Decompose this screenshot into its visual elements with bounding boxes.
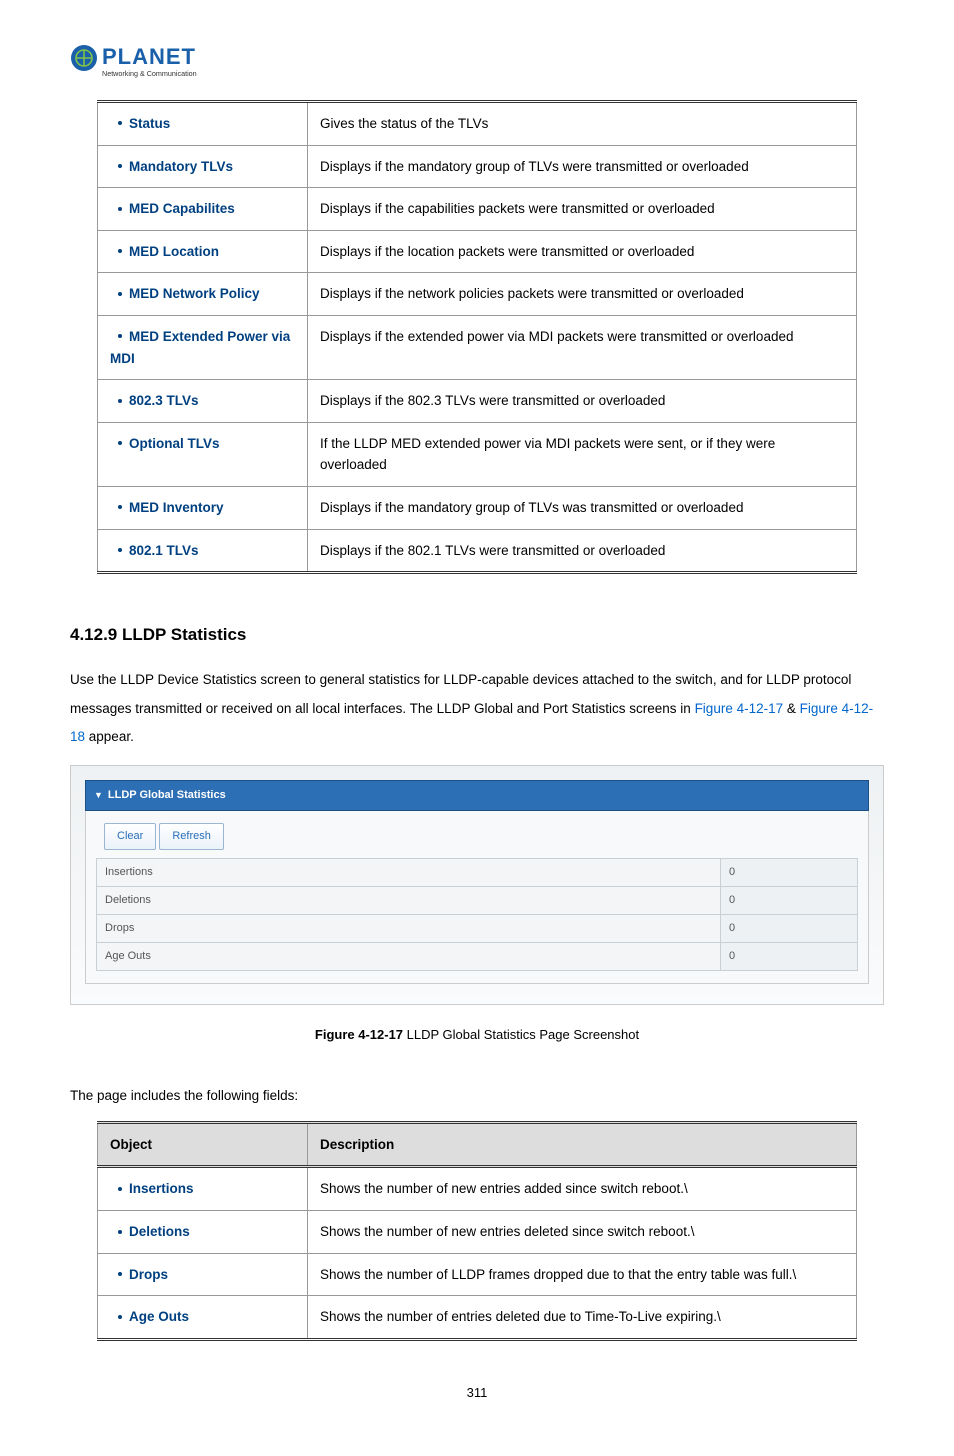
term-optional-tlvs: Optional TLVs (98, 422, 308, 486)
stat-value: 0 (721, 942, 858, 970)
intro-text-b: & (783, 701, 800, 716)
desc: Displays if the extended power via MDI p… (308, 315, 857, 379)
figure-number: Figure 4-12-17 (315, 1027, 403, 1042)
term-mandatory-tlvs: Mandatory TLVs (98, 145, 308, 188)
desc: Shows the number of new entries deleted … (308, 1211, 857, 1254)
term-status: Status (98, 102, 308, 146)
figure-link-1[interactable]: Figure 4-12-17 (695, 701, 784, 716)
desc: Displays if the network policies packets… (308, 273, 857, 316)
stat-label-ageouts: Age Outs (97, 942, 721, 970)
desc: Displays if the location packets were tr… (308, 230, 857, 273)
logo-text: PLANET (102, 44, 196, 69)
col-object: Object (98, 1122, 308, 1167)
desc: Displays if the 802.3 TLVs were transmit… (308, 380, 857, 423)
term-med-extended-power: MED Extended Power via MDI (98, 315, 308, 379)
stat-label-deletions: Deletions (97, 887, 721, 915)
panel-body: Clear Refresh Insertions0 Deletions0 Dro… (85, 811, 869, 983)
refresh-button[interactable]: Refresh (159, 823, 224, 850)
fields-intro: The page includes the following fields: (70, 1082, 884, 1110)
section-title: 4.12.9 LLDP Statistics (70, 619, 884, 651)
term-med-location: MED Location (98, 230, 308, 273)
term-med-inventory: MED Inventory (98, 486, 308, 529)
desc: Gives the status of the TLVs (308, 102, 857, 146)
desc: Displays if the mandatory group of TLVs … (308, 145, 857, 188)
lldp-statistics-screenshot: ▼ LLDP Global Statistics Clear Refresh I… (70, 765, 884, 1004)
desc: Shows the number of LLDP frames dropped … (308, 1253, 857, 1296)
logo-tagline: Networking & Communication (102, 69, 197, 78)
figure-caption-text: LLDP Global Statistics Page Screenshot (403, 1027, 639, 1042)
term-insertions: Insertions (98, 1167, 308, 1211)
stat-label-insertions: Insertions (97, 859, 721, 887)
desc: Displays if the 802.1 TLVs were transmit… (308, 529, 857, 573)
stat-value: 0 (721, 859, 858, 887)
desc: If the LLDP MED extended power via MDI p… (308, 422, 857, 486)
stat-label-drops: Drops (97, 915, 721, 943)
clear-button[interactable]: Clear (104, 823, 156, 850)
col-description: Description (308, 1122, 857, 1167)
desc: Shows the number of entries deleted due … (308, 1296, 857, 1340)
collapse-arrow-icon: ▼ (94, 787, 103, 804)
term-med-network-policy: MED Network Policy (98, 273, 308, 316)
term-ageouts: Age Outs (98, 1296, 308, 1340)
tlv-status-table: StatusGives the status of the TLVs Manda… (97, 100, 857, 574)
figure-caption: Figure 4-12-17 LLDP Global Statistics Pa… (70, 1023, 884, 1048)
term-deletions: Deletions (98, 1211, 308, 1254)
panel-title: LLDP Global Statistics (108, 785, 226, 806)
desc: Displays if the mandatory group of TLVs … (308, 486, 857, 529)
page-number: 311 (70, 1381, 884, 1406)
term-8023-tlvs: 802.3 TLVs (98, 380, 308, 423)
panel-header[interactable]: ▼ LLDP Global Statistics (85, 780, 869, 811)
stat-value: 0 (721, 915, 858, 943)
intro-text-c: appear. (85, 729, 134, 744)
term-8021-tlvs: 802.1 TLVs (98, 529, 308, 573)
section-intro: Use the LLDP Device Statistics screen to… (70, 666, 884, 751)
stats-table: Insertions0 Deletions0 Drops0 Age Outs0 (96, 858, 858, 971)
fields-table: Object Description InsertionsShows the n… (97, 1121, 857, 1341)
term-drops: Drops (98, 1253, 308, 1296)
desc: Displays if the capabilities packets wer… (308, 188, 857, 231)
stat-value: 0 (721, 887, 858, 915)
desc: Shows the number of new entries added si… (308, 1167, 857, 1211)
brand-logo: PLANET Networking & Communication (70, 40, 884, 82)
term-med-capabilities: MED Capabilites (98, 188, 308, 231)
